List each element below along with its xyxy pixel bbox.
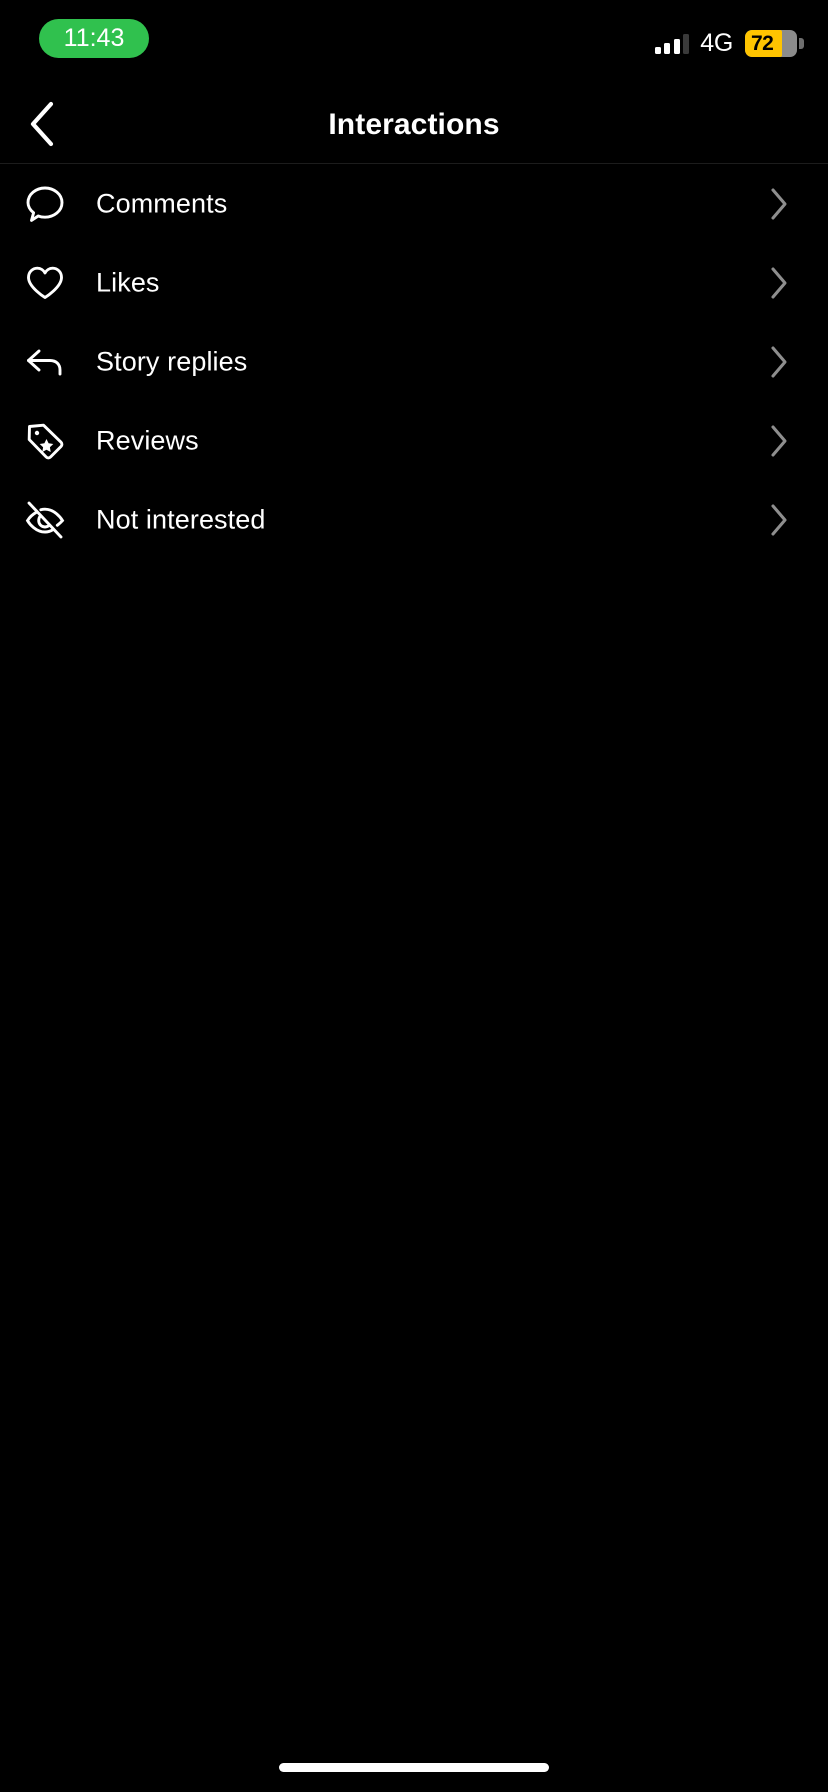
battery-percent-label: 72	[751, 31, 774, 55]
page-title: Interactions	[328, 107, 500, 141]
phone-screen: 11:43 4G 72 Interactions Comments Likes …	[0, 0, 828, 1792]
chevron-right-icon[interactable]	[766, 187, 792, 220]
chevron-right-icon[interactable]	[766, 345, 792, 378]
list-item-label: Reviews	[96, 425, 199, 455]
status-time: 11:43	[63, 24, 125, 52]
chevron-right-icon[interactable]	[766, 503, 792, 536]
list-item-label: Story replies	[96, 346, 248, 376]
cellular-signal-icon	[654, 32, 690, 54]
list-item-reviews[interactable]: Reviews	[0, 401, 828, 480]
tag-star-icon	[22, 418, 68, 464]
list-item-likes[interactable]: Likes	[0, 243, 828, 322]
comment-bubble-icon	[22, 181, 68, 227]
heart-icon	[22, 260, 68, 306]
list-item-label: Not interested	[96, 504, 266, 534]
eye-slash-icon	[22, 497, 68, 543]
status-right-cluster: 4G 72	[654, 26, 804, 60]
list-item-story-replies[interactable]: Story replies	[0, 322, 828, 401]
status-time-pill[interactable]: 11:43	[39, 19, 149, 58]
reply-arrow-icon	[22, 339, 68, 385]
battery-tip	[799, 37, 804, 49]
list-item-not-interested[interactable]: Not interested	[0, 480, 828, 559]
network-type-label: 4G	[700, 28, 733, 57]
navigation-bar: Interactions	[0, 86, 828, 163]
chevron-right-icon[interactable]	[766, 266, 792, 299]
list-item-comments[interactable]: Comments	[0, 164, 828, 243]
interactions-list: Comments Likes Story replies Reviews Not…	[0, 164, 828, 559]
list-item-label: Comments	[96, 188, 228, 218]
status-bar: 11:43 4G 72	[0, 0, 828, 86]
list-item-label: Likes	[96, 267, 160, 297]
battery-icon: 72	[745, 29, 797, 57]
chevron-right-icon[interactable]	[766, 424, 792, 457]
home-indicator-bar[interactable]	[279, 1763, 549, 1772]
